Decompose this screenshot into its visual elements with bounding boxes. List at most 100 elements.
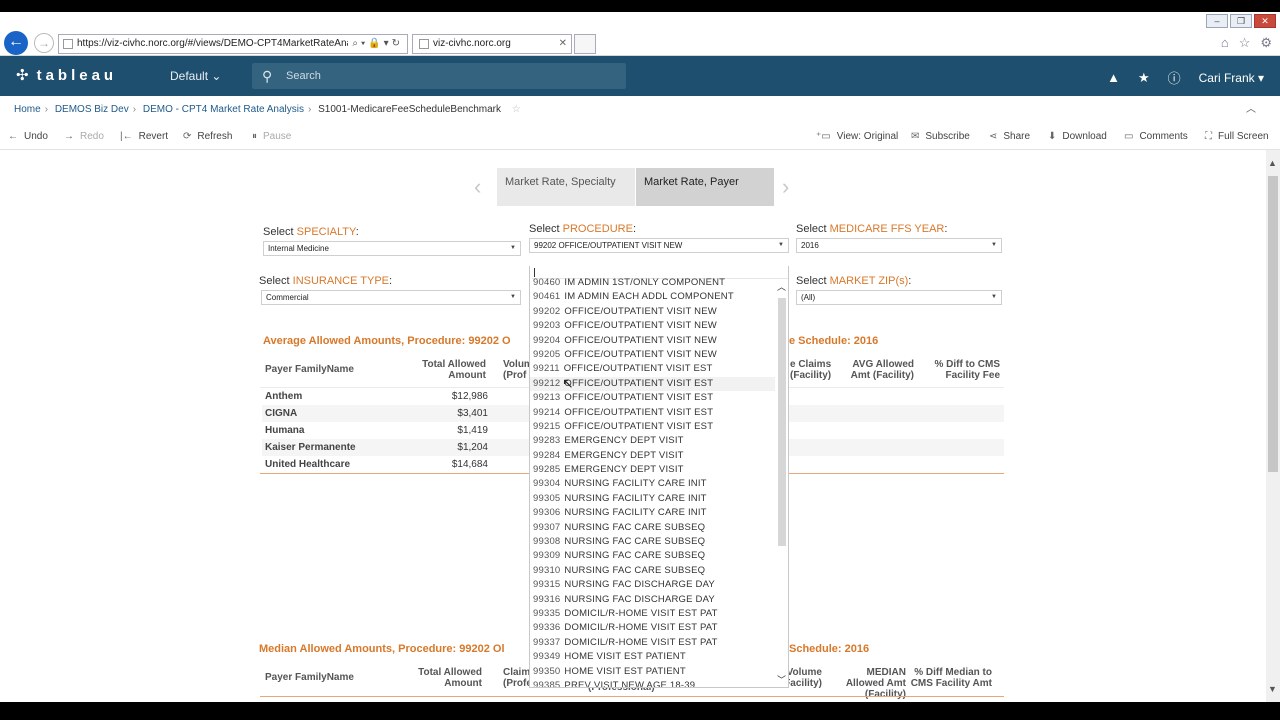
procedure-option[interactable]: 90460 IM ADMIN 1ST/ONLY COMPONENT <box>530 276 775 290</box>
procedure-option[interactable]: 99214 OFFICE/OUTPATIENT VISIT EST <box>530 406 775 420</box>
procedure-option[interactable]: 99316 NURSING FAC DISCHARGE DAY <box>530 593 775 607</box>
procedure-option[interactable]: 90461 IM ADMIN EACH ADDL COMPONENT <box>530 290 775 304</box>
scroll-down-arrow-icon[interactable]: ▼ <box>1268 684 1277 694</box>
procedure-description: OFFICE/OUTPATIENT VISIT EST <box>564 420 714 432</box>
procedure-option[interactable]: 99305 NURSING FACILITY CARE INIT <box>530 492 775 506</box>
dropdown-caret-icon: ▼ <box>510 245 516 251</box>
site-name: Default <box>170 69 209 83</box>
procedure-option[interactable]: 99205 OFFICE/OUTPATIENT VISIT NEW <box>530 348 775 362</box>
list-scrollbar[interactable]: ︿ ﹀ <box>775 280 788 687</box>
full-screen-button[interactable]: ⛶ Full Screen <box>1205 124 1269 150</box>
avg-section-title: Average Allowed Amounts, Procedure: 9920… <box>263 335 511 347</box>
procedure-option[interactable]: 99203 OFFICE/OUTPATIENT VISIT NEW <box>530 319 775 333</box>
download-button[interactable]: ⬇ Download <box>1048 124 1107 150</box>
insurance-dropdown[interactable]: Commercial ▼ <box>261 290 521 305</box>
procedure-code: 99337 <box>533 636 561 648</box>
settings-gear-icon[interactable]: ⚙ <box>1260 35 1272 51</box>
median-section-title: Median Allowed Amounts, Procedure: 99202… <box>259 643 505 655</box>
alert-icon[interactable]: ▲ <box>1107 70 1120 85</box>
procedure-description: NURSING FAC CARE SUBSEQ <box>564 536 706 548</box>
home-icon[interactable]: ⌂ <box>1221 35 1229 51</box>
tableau-logo[interactable]: ✣ tableau <box>16 66 117 84</box>
scroll-up-arrow-icon[interactable]: ▲ <box>1268 158 1277 168</box>
procedure-option[interactable]: 99350 HOME VISIT EST PATIENT <box>530 665 775 679</box>
procedure-option[interactable]: 99306 NURSING FACILITY CARE INIT <box>530 506 775 520</box>
zip-filter-label: Select MARKET ZIP(s): <box>796 275 911 287</box>
page-scroll-thumb[interactable] <box>1268 176 1278 472</box>
subscribe-button[interactable]: ✉ Subscribe <box>911 124 970 150</box>
story-prev-arrow-icon[interactable]: ‹ <box>474 174 481 200</box>
share-button[interactable]: ⋖ Share <box>989 124 1030 150</box>
info-icon[interactable]: ⓘ <box>1168 68 1181 87</box>
back-button[interactable]: ← <box>4 31 28 55</box>
year-dropdown[interactable]: 2016 ▼ <box>796 238 1002 253</box>
procedure-dropdown-list[interactable]: 90460 IM ADMIN 1ST/ONLY COMPONENT 90461 IM … <box>529 266 789 688</box>
label-highlight: MARKET ZIP(s) <box>829 275 909 287</box>
new-tab-button[interactable] <box>574 34 596 54</box>
minimize-button[interactable]: – <box>1206 14 1228 28</box>
scroll-down-chevron-icon[interactable]: ﹀ <box>777 673 786 686</box>
specialty-dropdown[interactable]: Internal Medicine ▼ <box>263 241 521 256</box>
procedure-option[interactable]: 99204 OFFICE/OUTPATIENT VISIT NEW <box>530 334 775 348</box>
pause-button[interactable]: ⏸ Pause <box>252 124 291 150</box>
procedure-dropdown[interactable]: 99202 OFFICE/OUTPATIENT VISIT NEW ▼ <box>529 238 789 253</box>
page-scrollbar[interactable]: ▲ ▼ <box>1266 150 1280 702</box>
procedure-code: 99304 <box>533 478 561 490</box>
close-tab-icon[interactable]: ✕ <box>559 35 567 53</box>
procedure-option[interactable]: 99304 NURSING FACILITY CARE INIT <box>530 477 775 491</box>
procedure-option[interactable]: 99337 DOMICIL/R-HOME VISIT EST PAT <box>530 636 775 650</box>
story-point-specialty[interactable]: Market Rate, Specialty <box>497 168 635 206</box>
search-input[interactable]: ⚲ Search <box>252 63 626 89</box>
story-point-payer[interactable]: Market Rate, Payer <box>636 168 774 206</box>
forward-button[interactable]: → <box>34 33 54 53</box>
scroll-thumb[interactable] <box>778 298 786 546</box>
zip-dropdown[interactable]: (All) ▼ <box>796 290 1002 305</box>
address-bar[interactable]: https://viz-civhc.norc.org/#/views/DEMO-… <box>58 34 408 54</box>
procedure-option[interactable]: 99215 OFFICE/OUTPATIENT VISIT EST <box>530 420 775 434</box>
undo-button[interactable]: ← Undo <box>8 124 48 150</box>
procedure-option[interactable]: 99336 DOMICIL/R-HOME VISIT EST PAT <box>530 621 775 635</box>
revert-button[interactable]: |← Revert <box>120 124 168 150</box>
total-amount: $12,986 <box>451 391 488 402</box>
procedure-description: NURSING FACILITY CARE INIT <box>564 492 707 504</box>
procedure-option[interactable]: 99349 HOME VISIT EST PATIENT <box>530 650 775 664</box>
refresh-button[interactable]: ⟳ Refresh <box>183 124 232 150</box>
restore-button[interactable]: ❐ <box>1230 14 1252 28</box>
breadcrumb-workbook[interactable]: DEMO - CPT4 Market Rate Analysis <box>143 104 304 115</box>
view-original-button[interactable]: ⁺▭ View: Original <box>816 124 898 150</box>
share-icon: ⋖ <box>989 131 998 142</box>
procedure-option[interactable]: 99310 NURSING FAC CARE SUBSEQ <box>530 564 775 578</box>
col-volume-facility: Volume Facility) <box>784 667 822 689</box>
procedure-option[interactable]: 99283 EMERGENCY DEPT VISIT <box>530 434 775 448</box>
address-tools-icon[interactable]: ⌕▾🔒▾↻ <box>348 35 403 53</box>
procedure-option[interactable]: 99315 NURSING FAC DISCHARGE DAY <box>530 578 775 592</box>
procedure-option[interactable]: 99385 PREV VISIT NEW AGE 18-39 <box>530 679 775 687</box>
user-menu[interactable]: Cari Frank ▾ <box>1199 71 1264 85</box>
breadcrumb-home[interactable]: Home <box>14 104 41 115</box>
favorites-icon[interactable]: ★ <box>1138 70 1150 86</box>
breadcrumb-project[interactable]: DEMOS Biz Dev <box>55 104 129 115</box>
story-next-arrow-icon[interactable]: › <box>782 174 789 200</box>
site-selector[interactable]: Default ⌄ <box>170 69 221 83</box>
favorites-star-icon[interactable]: ☆ <box>1239 35 1251 51</box>
procedure-option[interactable]: 99285 EMERGENCY DEPT VISIT <box>530 463 775 477</box>
scroll-up-chevron-icon[interactable]: ︿ <box>777 280 786 293</box>
procedure-option[interactable]: 99335 DOMICIL/R-HOME VISIT EST PAT <box>530 607 775 621</box>
browser-tab[interactable]: viz-civhc.norc.org ✕ <box>412 34 572 54</box>
procedure-option[interactable]: 99307 NURSING FAC CARE SUBSEQ <box>530 521 775 535</box>
procedure-option[interactable]: 99309 NURSING FAC CARE SUBSEQ <box>530 549 775 563</box>
redo-button[interactable]: → Redo <box>64 124 104 150</box>
collapse-chevron-icon[interactable]: ︿ <box>1246 96 1256 124</box>
procedure-filter-label: Select PROCEDURE: <box>529 223 636 235</box>
procedure-option[interactable]: 99284 EMERGENCY DEPT VISIT <box>530 449 775 463</box>
procedure-option[interactable]: 99213 OFFICE/OUTPATIENT VISIT EST <box>530 391 775 405</box>
favorite-star-icon[interactable]: ☆ <box>512 104 521 115</box>
comments-button[interactable]: ▭ Comments <box>1124 124 1188 150</box>
label-prefix: Select <box>259 275 293 287</box>
procedure-option[interactable]: 99202 OFFICE/OUTPATIENT VISIT NEW <box>530 305 775 319</box>
close-window-button[interactable]: ✕ <box>1254 14 1276 28</box>
procedure-option[interactable]: 99308 NURSING FAC CARE SUBSEQ <box>530 535 775 549</box>
col-total-allowed: Total Allowed Amount <box>418 667 482 689</box>
redo-label: Redo <box>80 131 104 142</box>
specialty-value: Internal Medicine <box>268 244 329 253</box>
